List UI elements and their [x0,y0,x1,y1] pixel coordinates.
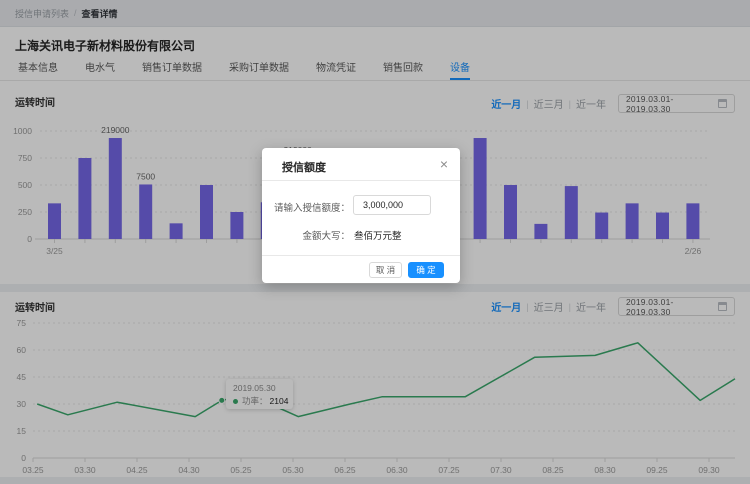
modal-footer-divider [262,255,460,256]
page: 授信申请列表 / 查看详情 上海关讯电子新材料股份有限公司 基本信息 电水气 销… [0,0,750,484]
confirm-button[interactable]: 确 定 [408,262,444,278]
credit-amount-input[interactable] [353,195,431,215]
credit-limit-modal: 授信额度 × 请输入授信额度： 金额大写： 叁佰万元整 取 消 确 定 [262,148,460,283]
cancel-button[interactable]: 取 消 [369,262,402,278]
modal-header: 授信额度 × [262,148,460,181]
amount-in-words-value: 叁佰万元整 [354,228,402,242]
modal-title: 授信额度 [282,159,326,175]
credit-amount-label: 请输入授信额度： [262,200,350,214]
amount-in-words-label: 金额大写： [262,228,350,242]
close-icon[interactable]: × [440,156,448,172]
